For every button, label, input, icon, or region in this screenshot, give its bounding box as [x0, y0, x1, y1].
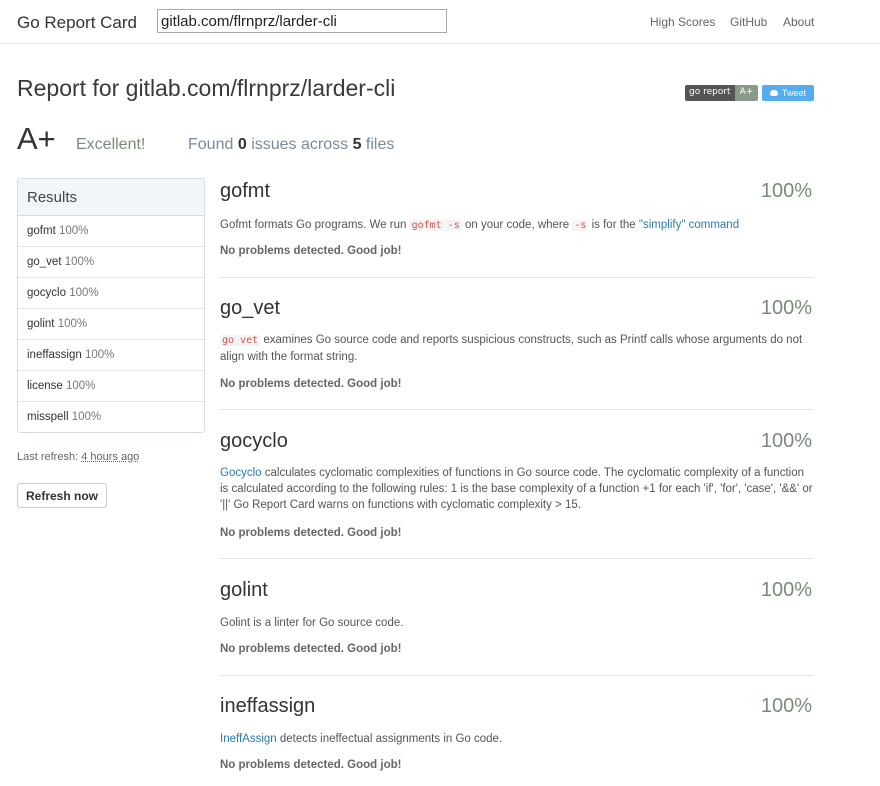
result-item-gocyclo[interactable]: gocyclo 100% — [18, 278, 204, 309]
gocyclo-link[interactable]: Gocyclo — [220, 467, 262, 479]
file-count: 5 — [352, 136, 362, 153]
check-description: Gofmt formats Go programs. We run gofmt … — [220, 217, 814, 234]
result-score: 100% — [57, 318, 88, 330]
result-score: 100% — [71, 411, 102, 423]
ineffassign-link[interactable]: IneffAssign — [220, 733, 277, 745]
check-name: ineffassign — [220, 695, 316, 717]
results-panel: Results gofmt 100% go_vet 100% gocyclo 1… — [17, 178, 205, 433]
check-name: golint — [220, 579, 268, 601]
desc-text: detects ineffectual assignments in Go co… — [276, 733, 503, 745]
result-name: ineffassign — [27, 349, 82, 361]
tweet-label: Tweet — [781, 88, 806, 98]
check-score: 100% — [760, 579, 812, 601]
result-item-misspell[interactable]: misspell 100% — [18, 402, 204, 432]
desc-text: calculates cyclomatic complexities of fu… — [220, 467, 813, 511]
nav-high-scores[interactable]: High Scores — [650, 15, 715, 29]
result-name: misspell — [27, 411, 69, 423]
result-score: 100% — [58, 225, 89, 237]
check-name: gocyclo — [220, 430, 288, 452]
last-refresh-time: 4 hours ago — [81, 451, 140, 463]
check-score: 100% — [760, 430, 812, 452]
result-score: 100% — [66, 380, 96, 392]
found-prefix: Found — [188, 136, 234, 153]
nav-about[interactable]: About — [783, 15, 814, 29]
code-snippet: gofmt -s — [409, 220, 462, 231]
result-name: go_vet — [27, 256, 62, 268]
check-go-vet: go_vet 100% go vet examines Go source co… — [220, 297, 814, 410]
result-score: 100% — [64, 256, 95, 268]
refresh-button[interactable]: Refresh now — [17, 483, 108, 508]
issue-count: 0 — [237, 136, 247, 153]
result-item-ineffassign[interactable]: ineffassign 100% — [18, 340, 204, 371]
result-item-golint[interactable]: golint 100% — [18, 309, 204, 340]
desc-text: examines Go source code and reports susp… — [220, 334, 803, 363]
check-description: Gocyclo calculates cyclomatic complexiti… — [220, 465, 814, 513]
check-description: go vet examines Go source code and repor… — [220, 332, 814, 365]
result-name: gocyclo — [27, 287, 66, 299]
repo-search-input[interactable] — [157, 9, 447, 33]
result-name: gofmt — [27, 225, 56, 237]
check-golint: golint 100% Golint is a linter for Go so… — [220, 579, 814, 676]
check-name: gofmt — [220, 180, 271, 202]
check-gocyclo: gocyclo 100% Gocyclo calculates cyclomat… — [220, 430, 814, 559]
twitter-icon — [769, 90, 778, 96]
check-status: No problems detected. Good job! — [220, 245, 402, 257]
check-status: No problems detected. Good job! — [220, 759, 402, 771]
grade-description: Excellent! — [76, 136, 146, 153]
desc-text: is for the — [588, 219, 639, 231]
check-score: 100% — [760, 695, 812, 717]
nav-github[interactable]: GitHub — [730, 15, 767, 29]
result-item-license[interactable]: license 100% — [18, 371, 204, 402]
result-score: 100% — [69, 287, 99, 299]
result-item-gofmt[interactable]: gofmt 100% — [18, 216, 204, 247]
result-name: license — [27, 380, 63, 392]
badge-grade: A+ — [734, 85, 759, 101]
check-name: go_vet — [220, 297, 281, 319]
check-description: Golint is a linter for Go source code. — [220, 617, 404, 629]
desc-text: on your code, where — [461, 219, 573, 231]
found-middle: issues across — [251, 136, 349, 153]
result-score: 100% — [84, 349, 115, 361]
last-refresh-label: Last refresh: — [17, 451, 79, 463]
found-suffix: files — [365, 136, 395, 153]
result-name: golint — [27, 318, 55, 330]
result-item-go-vet[interactable]: go_vet 100% — [18, 247, 204, 278]
badge-label: go report — [685, 85, 735, 101]
top-navbar: Go Report Card High Scores GitHub About — [0, 0, 880, 44]
code-snippet: -s — [572, 220, 589, 231]
check-gofmt: gofmt 100% Gofmt formats Go programs. We… — [220, 180, 814, 278]
issues-summary: Found 0 issues across 5 files — [188, 136, 394, 154]
check-status: No problems detected. Good job! — [220, 643, 402, 655]
check-status: No problems detected. Good job! — [220, 378, 402, 390]
brand-link[interactable]: Go Report Card — [17, 13, 137, 33]
grade: A+ — [17, 121, 56, 156]
simplify-command-link[interactable]: "simplify" command — [639, 219, 739, 231]
results-title: Results — [18, 179, 204, 216]
report-badge[interactable]: go report A+ — [685, 85, 759, 101]
desc-text: Gofmt formats Go programs. We run — [220, 219, 410, 231]
last-refresh: Last refresh: 4 hours ago — [17, 451, 139, 463]
page-title: Report for gitlab.com/flrnprz/larder-cli — [17, 75, 396, 101]
check-status: No problems detected. Good job! — [220, 527, 402, 539]
check-ineffassign: ineffassign 100% IneffAssign detects ine… — [220, 695, 814, 785]
check-description: IneffAssign detects ineffectual assignme… — [220, 731, 814, 747]
check-score: 100% — [760, 297, 812, 319]
tweet-button[interactable]: Tweet — [762, 85, 814, 101]
code-snippet: go vet — [220, 335, 261, 346]
check-score: 100% — [760, 180, 812, 202]
